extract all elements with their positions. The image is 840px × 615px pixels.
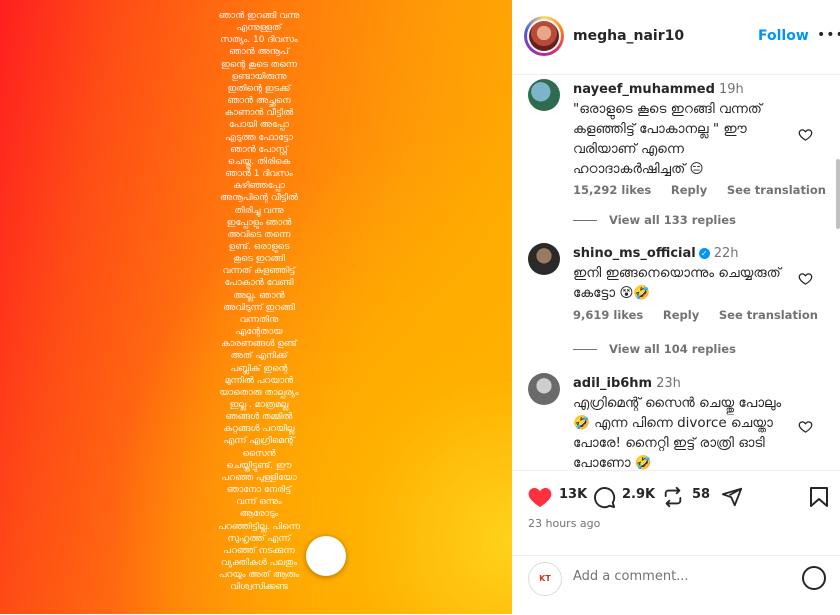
author-avatar[interactable]	[524, 16, 564, 56]
post-text-line: പബ്ലിക് ഇന്റെ	[230, 363, 288, 374]
post-text-line: എന്ന് എഗ്രിമെന്റ്	[223, 436, 295, 447]
post-text-line: വ്യക്തികൾ പലതും	[220, 558, 298, 569]
post-text-line: ആരോടും	[239, 509, 279, 520]
comment-count[interactable]: 2.9K	[622, 487, 655, 502]
post-text-line: കാരണങ്ങൾ ഉണ്ട്	[221, 339, 297, 350]
comment-item: shino_ms_official ✓ 22h ഇനി ഇങ്ങനെയൊന്നും …	[528, 243, 828, 343]
see-translation-link[interactable]: See translation	[719, 308, 818, 322]
post-text-line: പറയും അത് ആരും	[218, 570, 300, 581]
post-actions: 13K 2.9K 58 23 hours ago	[512, 470, 840, 556]
reply-button[interactable]: Reply	[671, 183, 707, 197]
save-bookmark-icon[interactable]	[809, 486, 829, 508]
view-replies-button[interactable]: View all 133 replies	[573, 213, 736, 227]
view-replies-button[interactable]: View all 104 replies	[573, 342, 736, 356]
post-text-line: പറഞ്ഞ് നടക്കുന്ന	[223, 545, 295, 556]
post-text-line: ഇല്ല . മാത്രമല്ല	[229, 400, 289, 410]
comment-like-icon[interactable]	[798, 419, 813, 434]
comment-likes[interactable]: 9,619 likes	[573, 308, 643, 322]
post-text-line: ഞാൻ അച്ഛനെ	[227, 96, 291, 107]
post-text-line: അല്ല. ഞാൻ	[233, 290, 285, 301]
post-text-line: വിശ്വസിക്കണ്ട	[230, 582, 288, 593]
post-text-line: അത് എനിക്ക്	[230, 351, 288, 362]
comment-likes[interactable]: 15,292 likes	[573, 183, 651, 197]
comment-item: nayeef_muhammed 19h "ഒരാളുടെ കൂടെ ഇറങ്ങി …	[528, 79, 828, 229]
post-text-line: ചെയ്തു. തിരികെ	[227, 156, 291, 167]
comments-list[interactable]: nayeef_muhammed 19h "ഒരാളുടെ കൂടെ ഇറങ്ങി …	[512, 75, 840, 470]
comment-text: എഗ്രിമെന്റ് സൈൻ ചെയ്തു പോലും 🤣 എന്ന പിന്…	[573, 395, 782, 470]
comment-text: ഇനി ഇങ്ങനെയൊന്നും ചെയ്യരുത് കേട്ടോ 😵🤣	[573, 265, 781, 301]
post-text-line: സൈൻ	[242, 448, 276, 459]
post-text-line: ഇപ്പോളും ഞാൻ	[226, 217, 292, 228]
post-text-line: പറഞ്ഞ പുള്ളിയോ	[221, 472, 297, 483]
post-text-line: സുഹൃത്ത് എന്ന്	[227, 533, 291, 544]
repost-count[interactable]: 58	[692, 487, 710, 502]
post-text-line: മുന്നിൽ പറയാൻ	[224, 375, 294, 386]
post-text-line: ഇതിന്റെ ഇടക്ക്	[227, 83, 291, 94]
commenter-avatar[interactable]	[528, 373, 560, 405]
post-side-panel: megha_nair10 Follow ••• nayeef_muhammed1…	[512, 0, 840, 614]
current-user-avatar[interactable]: KT	[528, 562, 562, 596]
post-text-line: തിരിച്ചു വന്നു	[234, 205, 284, 216]
follow-button[interactable]: Follow	[758, 28, 809, 44]
post-text-line: ഇന്റെ കൂടെ തന്നെ	[221, 59, 297, 70]
post-text-line: എടുത്ത ഫോട്ടോ	[225, 132, 293, 143]
post-text-line: വന്ന് ഒന്നും	[236, 497, 282, 508]
commenter-avatar[interactable]	[528, 79, 560, 111]
post-text-line: അവിടെ തന്നെ	[227, 229, 291, 240]
comment-username[interactable]: shino_ms_official ✓ 22h	[573, 246, 739, 261]
post-timestamp[interactable]: 23 hours ago	[528, 517, 600, 530]
post-text-line: കാണാൻ വീട്ടിൽ	[224, 108, 294, 119]
post-text-line: ഉണ്ടായിരുന്നു	[231, 71, 287, 82]
post-text-line: അനൂപിന്റെ വീട്ടിൽ	[220, 193, 298, 204]
post-text-line: കഴിഞ്ഞപ്പോ	[233, 181, 285, 192]
post-text-line: ഉണ്ട്. ഒരാളുടെ	[228, 241, 290, 252]
add-comment-bar: KT Add a comment...	[512, 555, 840, 615]
comment-item: adil_ib6hm 23h എഗ്രിമെന്റ് സൈൻ ചെയ്തു പോല…	[528, 373, 828, 470]
post-header: megha_nair10 Follow •••	[512, 0, 840, 75]
comments-scrollbar[interactable]	[836, 159, 840, 229]
post-text-line: പോകാൻ വേണ്ടി	[224, 278, 294, 289]
post-text-line: വന്നതിനു	[239, 314, 279, 325]
like-count[interactable]: 13K	[559, 487, 587, 502]
post-text-line: അവിടുന്ന് ഇറങ്ങി	[223, 302, 295, 313]
post-text-line: കൂടെ ഇറങ്ങി	[233, 254, 285, 265]
add-comment-input[interactable]: Add a comment...	[573, 569, 689, 584]
post-text-line: ചെയ്തിട്ടുണ്ട്. ഈ	[226, 460, 292, 471]
post-text-line: ഞാൻ അനൂപ്	[229, 47, 289, 58]
post-text-line: ഞാൻ 1 ദിവസം	[225, 169, 293, 180]
comment-text: "ഒരാളുടെ കൂടെ ഇറങ്ങി വന്നത് കളഞ്ഞിട്ട് പ…	[573, 101, 762, 177]
comment-like-icon[interactable]	[798, 271, 813, 286]
post-text-line: ഞാൻ പോസ്റ്റ്	[230, 144, 288, 155]
post-text-line: കുറ്റങ്ങൾ പറയില്ല	[223, 424, 295, 435]
verified-badge-icon: ✓	[698, 248, 710, 259]
comment-username[interactable]: nayeef_muhammed 19h	[573, 82, 744, 97]
post-text-line: എന്നുള്ളത്	[236, 23, 282, 34]
post-text-line: പറഞ്ഞിട്ടില്ല. പിന്നെ	[218, 521, 300, 532]
reply-button[interactable]: Reply	[663, 308, 699, 322]
post-text-line: പോയി അപ്പോ	[228, 120, 290, 131]
post-text-line: വന്നത് കളഞ്ഞിട്ട്	[222, 266, 296, 277]
see-translation-link[interactable]: See translation	[727, 183, 826, 197]
post-text-line: സത്യം. 10 ദിവസം	[220, 35, 298, 46]
share-icon[interactable]	[721, 486, 743, 508]
more-options-icon[interactable]: •••	[817, 27, 840, 43]
post-text-line: ഞാൻ ഇറങ്ങി വന്നു	[218, 11, 300, 21]
comment-like-icon[interactable]	[798, 127, 813, 142]
post-text-line: യാതൊരു താല്പര്യം	[219, 387, 299, 398]
comment-meta: 9,619 likes Reply See translation	[573, 308, 834, 322]
repost-icon[interactable]	[662, 486, 684, 508]
author-username[interactable]: megha_nair10	[573, 28, 684, 44]
post-image: ഞാൻ ഇറങ്ങി വന്നു എന്നുള്ളത് സത്യം. 10 ദിവസ…	[0, 0, 512, 614]
emoji-picker-icon[interactable]	[802, 566, 826, 590]
commenter-avatar[interactable]	[528, 243, 560, 275]
comment-meta: 15,292 likes Reply See translation	[573, 183, 840, 197]
comment-icon[interactable]	[593, 486, 616, 509]
post-caption-overlay: ഞാൻ ഇറങ്ങി വന്നു എന്നുള്ളത് സത്യം. 10 ദിവസ…	[200, 10, 318, 594]
comment-username[interactable]: adil_ib6hm 23h	[573, 376, 681, 391]
post-text-line: ഞങ്ങൾ തമ്മിൽ	[225, 412, 293, 423]
post-text-line: ഞാനോ നേരിട്ട്	[226, 485, 292, 496]
like-heart-icon[interactable]	[528, 486, 552, 508]
floating-action-button[interactable]	[306, 536, 346, 576]
post-text-line: എന്റേതായ	[235, 327, 283, 338]
